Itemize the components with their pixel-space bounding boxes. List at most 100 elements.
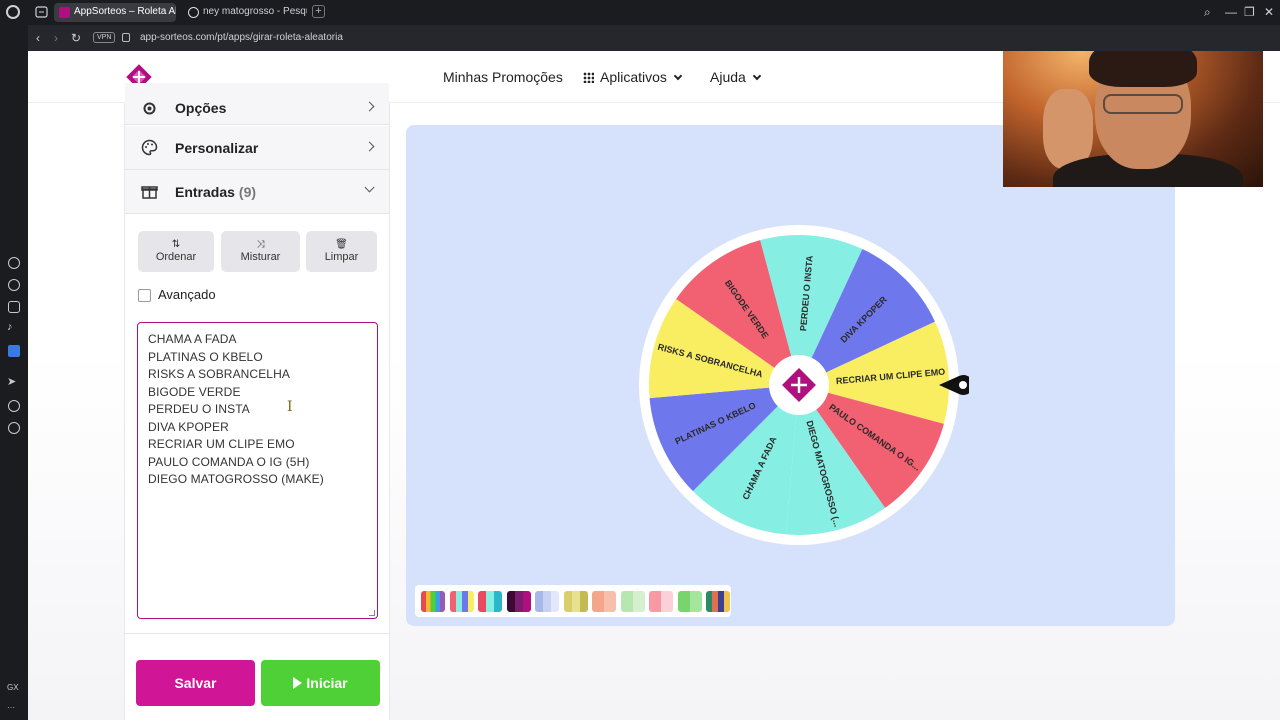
tab-appsorteos[interactable]: AppSorteos – Roleta Aleat <box>54 3 176 22</box>
entry-line: RISKS A SOBRANCELHA <box>148 367 290 381</box>
sort-label: Ordenar <box>155 251 197 263</box>
wheel-peg <box>934 318 939 323</box>
divider <box>125 633 389 634</box>
reload-icon[interactable]: ↻ <box>71 31 81 45</box>
entry-line: RECRIAR UM CLIPE EMO <box>148 437 295 451</box>
entries-count: (9) <box>238 184 257 200</box>
palette-icon <box>141 139 158 156</box>
palette-swatch[interactable] <box>620 591 645 612</box>
new-tab-button[interactable]: + <box>312 5 325 18</box>
palette-swatch[interactable] <box>677 591 702 612</box>
accordion-entries[interactable]: Entradas (9) <box>125 170 389 214</box>
google-favicon <box>188 7 199 18</box>
entries-textarea[interactable]: CHAMA A FADA PLATINAS O KBELO RISKS A SO… <box>137 322 378 619</box>
tab-island-icon[interactable] <box>35 6 48 18</box>
webcam-overlay <box>1003 51 1263 187</box>
wheel-pointer-dot <box>959 381 967 389</box>
customize-label: Personalizar <box>175 140 259 156</box>
grid-icon <box>583 72 594 83</box>
vpn-badge[interactable]: VPN <box>93 32 116 43</box>
gear-icon <box>143 102 156 115</box>
advanced-label[interactable]: Avançado <box>158 287 216 302</box>
start-button[interactable]: Iniciar <box>261 660 380 706</box>
webcam-hair <box>1089 51 1197 87</box>
palette-swatch[interactable] <box>706 591 730 612</box>
gift-icon <box>141 186 158 199</box>
palette-swatch[interactable] <box>449 591 474 612</box>
restore-icon[interactable]: ❐ <box>1244 5 1255 19</box>
chevron-down-icon <box>364 182 375 193</box>
options-label: Opções <box>175 100 227 116</box>
palette-swatch[interactable] <box>563 591 588 612</box>
wheel-peg <box>672 295 677 300</box>
wheel-peg <box>689 490 694 495</box>
save-button[interactable]: Salvar <box>136 660 255 706</box>
accordion-options[interactable]: Opções <box>125 83 389 125</box>
entry-line: PLATINAS O KBELO <box>148 349 263 364</box>
instagram-icon[interactable] <box>8 301 20 313</box>
settings-icon[interactable] <box>8 422 20 434</box>
entries-heading: Entradas (9) <box>175 184 256 200</box>
entry-line: CHAMA A FADA <box>148 332 237 346</box>
wheel-peg <box>783 534 788 539</box>
search-icon[interactable]: ⌕ <box>1204 5 1211 20</box>
close-icon[interactable]: ✕ <box>1264 5 1274 19</box>
tab-title: ney matogrosso - Pesquis <box>203 6 307 17</box>
forward-icon[interactable]: › <box>54 31 58 45</box>
apps-menu[interactable]: Aplicativos <box>583 69 683 85</box>
history-icon[interactable] <box>8 400 20 412</box>
start-label: Iniciar <box>306 675 348 691</box>
wheel-peg <box>884 507 889 512</box>
palette-swatch[interactable] <box>592 591 616 612</box>
help-menu[interactable]: Ajuda <box>710 69 762 85</box>
extension-icon[interactable] <box>8 345 20 357</box>
shuffle-button[interactable]: ⤨ Misturar <box>221 231 300 272</box>
url-field[interactable]: app-sorteos.com/pt/apps/girar-roleta-ale… <box>140 32 343 43</box>
webcam-hand <box>1043 89 1093 169</box>
wheel-peg <box>757 236 762 241</box>
chevron-right-icon <box>364 141 375 152</box>
back-icon[interactable]: ‹ <box>36 31 40 45</box>
whatsapp-icon[interactable] <box>8 279 20 291</box>
accordion-customize[interactable]: Personalizar <box>125 126 389 170</box>
spin-wheel[interactable]: RECRIAR UM CLIPE EMOPAULO COMANDA O IG..… <box>629 215 969 555</box>
palette-swatch[interactable] <box>506 591 531 612</box>
entry-line: PAULO COMANDA O IG (5H) <box>148 454 310 469</box>
wheel-area: RECRIAR UM CLIPE EMO PAULO COMANDA O IG..… <box>406 125 1175 626</box>
apps-label: Aplicativos <box>600 69 667 85</box>
webcam-glasses <box>1103 94 1183 114</box>
resize-handle[interactable] <box>369 610 375 616</box>
color-palette <box>415 585 731 617</box>
clear-button[interactable]: 🗑 Limpar <box>306 231 377 272</box>
gx-label[interactable]: GX <box>7 683 19 692</box>
palette-swatch[interactable] <box>478 591 502 612</box>
palette-swatch[interactable] <box>421 591 445 612</box>
wheel-peg <box>645 396 650 401</box>
palette-swatch[interactable] <box>535 591 559 612</box>
more-icon[interactable]: ··· <box>7 703 15 712</box>
shuffle-icon: ⤨ <box>256 239 265 250</box>
clear-label: Limpar <box>324 251 359 263</box>
my-promotions-link[interactable]: Minhas Promoções <box>443 69 563 85</box>
advanced-checkbox[interactable] <box>138 289 151 302</box>
address-bar: ‹ › ↻ VPN app-sorteos.com/pt/apps/girar-… <box>28 25 1280 51</box>
tab-title: AppSorteos – Roleta Aleat <box>74 6 176 17</box>
appsorteos-favicon <box>59 7 70 18</box>
lock-icon[interactable] <box>122 33 130 42</box>
tiktok-icon[interactable]: ♪ <box>7 321 13 333</box>
opera-gx-icon[interactable] <box>6 5 20 19</box>
sort-button[interactable]: ⇅ Ordenar <box>138 231 214 272</box>
entry-line: PERDEU O INSTA <box>148 402 250 416</box>
wheel-peg <box>943 422 948 427</box>
page: Minhas Promoções Aplicativos Ajuda Opçõe… <box>28 51 1280 720</box>
chevron-right-icon <box>364 101 375 112</box>
palette-swatch[interactable] <box>649 591 673 612</box>
chevron-down-icon <box>752 71 762 81</box>
chatgpt-icon[interactable] <box>8 257 20 269</box>
chevron-down-icon <box>673 71 683 81</box>
browser-sidebar: ♪ ➤ GX ··· <box>0 25 28 720</box>
tab-search[interactable]: ney matogrosso - Pesquis <box>183 3 307 22</box>
minimize-icon[interactable]: — <box>1225 5 1237 19</box>
send-icon[interactable]: ➤ <box>7 375 16 388</box>
shuffle-label: Misturar <box>240 251 281 263</box>
